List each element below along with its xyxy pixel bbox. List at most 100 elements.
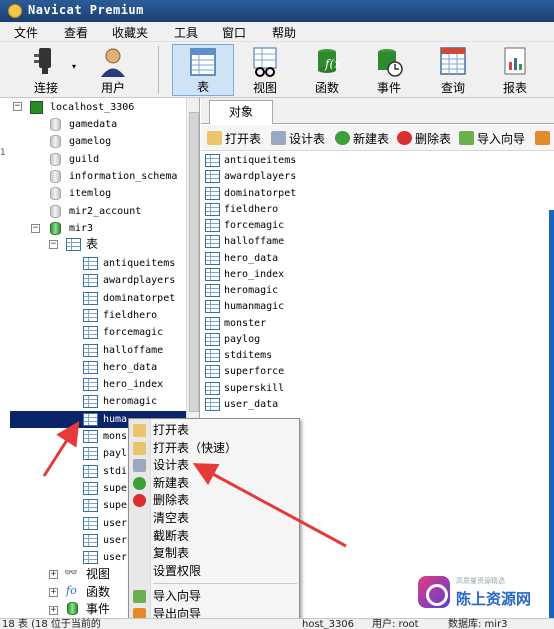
tree-table[interactable]: awardplayers bbox=[103, 272, 175, 289]
view-glasses-icon: 👓 bbox=[64, 566, 78, 579]
context-item-duplicate-table[interactable]: 复制表 bbox=[129, 545, 299, 562]
expand-toggle[interactable]: − bbox=[49, 240, 58, 249]
tree-table[interactable]: forcemagic bbox=[103, 324, 163, 341]
user-button[interactable]: 用户 bbox=[88, 44, 138, 96]
context-item-set-permissions[interactable]: 设置权限 bbox=[129, 563, 299, 580]
folder-open-icon bbox=[133, 424, 146, 437]
tree-table[interactable]: stdi bbox=[103, 463, 127, 480]
tree-database[interactable]: mir3 bbox=[69, 220, 93, 237]
tree-database[interactable]: itemlog bbox=[69, 185, 111, 202]
object-list-label: dominatorpet bbox=[224, 187, 297, 199]
tree-events[interactable]: 事件 bbox=[86, 601, 110, 618]
expand-toggle[interactable]: − bbox=[31, 223, 40, 233]
table-icon bbox=[205, 267, 220, 281]
tree-table[interactable]: supe bbox=[103, 497, 127, 514]
table-icon bbox=[205, 332, 220, 346]
menu-help[interactable]: 帮助 bbox=[272, 24, 296, 41]
event-button[interactable]: 事件 bbox=[364, 44, 414, 96]
tab-objects[interactable]: 对象 bbox=[209, 100, 273, 124]
table-icon bbox=[205, 316, 220, 330]
context-item-new-table[interactable]: 新建表 bbox=[129, 475, 299, 492]
context-item-open-table[interactable]: 打开表 bbox=[129, 422, 299, 439]
table-icon bbox=[83, 274, 98, 288]
tree-table[interactable]: hero_index bbox=[103, 376, 163, 393]
tree-table[interactable]: antiqueitems bbox=[103, 255, 175, 272]
menu-favorites[interactable]: 收藏夹 bbox=[112, 24, 148, 41]
delete-table-button[interactable]: 删除表 bbox=[397, 130, 451, 148]
view-button[interactable]: 视图 bbox=[240, 44, 290, 96]
menu-tools[interactable]: 工具 bbox=[174, 24, 198, 41]
tree-database[interactable]: gamedata bbox=[69, 116, 117, 133]
table-icon bbox=[83, 343, 98, 357]
table-icon bbox=[83, 257, 98, 270]
context-item-empty-table[interactable]: 清空表 bbox=[129, 510, 299, 527]
tree-table[interactable]: fieldhero bbox=[103, 307, 157, 324]
export-icon bbox=[535, 131, 550, 145]
expand-toggle[interactable]: + bbox=[49, 588, 58, 597]
tree-database[interactable]: gamelog bbox=[69, 133, 111, 150]
connect-dropdown-icon[interactable]: ▾ bbox=[72, 62, 76, 71]
menu-file[interactable]: 文件 bbox=[14, 24, 38, 41]
object-list-label: antiqueitems bbox=[224, 155, 297, 166]
object-list-label: heromagic bbox=[224, 285, 279, 296]
connect-button[interactable]: 连接 bbox=[20, 44, 72, 96]
table-icon bbox=[205, 365, 220, 379]
table-icon bbox=[83, 395, 98, 409]
tree-table[interactable]: user bbox=[103, 549, 127, 566]
tree-table[interactable]: mons bbox=[103, 428, 127, 445]
tree-table[interactable]: heromagic bbox=[103, 393, 157, 410]
tree-tables-folder[interactable]: 表 bbox=[86, 236, 98, 253]
context-item-truncate-table[interactable]: 截断表 bbox=[129, 528, 299, 545]
tree-database[interactable]: information_schema bbox=[69, 168, 177, 185]
tree-scrollbar-thumb[interactable] bbox=[189, 112, 199, 412]
tree-table[interactable]: payl bbox=[103, 445, 127, 462]
status-connection: host_3306 bbox=[302, 619, 355, 629]
tree-views[interactable]: 视图 bbox=[86, 566, 110, 583]
design-table-button[interactable]: 设计表 bbox=[271, 130, 325, 148]
tree-database[interactable]: guild bbox=[69, 151, 99, 168]
tree-functions[interactable]: 函数 bbox=[86, 584, 110, 601]
table-button[interactable]: 表 bbox=[172, 44, 234, 96]
tree-table[interactable]: huma bbox=[103, 410, 128, 428]
table-icon bbox=[205, 202, 220, 216]
context-item-open-table-quick[interactable]: 打开表（快速） bbox=[129, 440, 299, 457]
menu-window[interactable]: 窗口 bbox=[222, 24, 246, 41]
tree-table[interactable]: supe bbox=[103, 480, 127, 497]
import-wizard-button[interactable]: 导入向导 bbox=[459, 130, 525, 148]
open-table-button[interactable]: 打开表 bbox=[207, 130, 261, 148]
database-icon bbox=[50, 187, 61, 201]
watermark-title: 陈上资源网 bbox=[456, 590, 532, 608]
table-icon bbox=[205, 397, 220, 411]
tree-table[interactable]: halloffame bbox=[103, 342, 163, 359]
table-icon bbox=[190, 48, 216, 76]
minus-icon bbox=[133, 494, 146, 508]
object-list-label: stditems bbox=[224, 350, 273, 361]
expand-toggle[interactable]: + bbox=[49, 570, 58, 579]
table-icon bbox=[205, 251, 220, 265]
table-icon bbox=[83, 551, 98, 565]
tree-table[interactable]: user bbox=[103, 515, 127, 532]
tree-table[interactable]: user bbox=[103, 532, 127, 549]
function-button[interactable]: f(x) 函数 bbox=[302, 44, 352, 96]
tab-strip: 对象 bbox=[201, 98, 554, 124]
new-table-button[interactable]: 新建表 bbox=[335, 130, 389, 148]
event-icon bbox=[378, 49, 403, 77]
database-icon bbox=[50, 152, 61, 166]
menu-view[interactable]: 查看 bbox=[64, 24, 88, 41]
table-icon bbox=[83, 499, 98, 513]
context-item-delete-table[interactable]: 删除表 bbox=[129, 492, 299, 509]
tree-table[interactable]: hero_data bbox=[103, 359, 157, 376]
query-button[interactable]: 查询 bbox=[426, 44, 480, 96]
report-button[interactable]: 报表 bbox=[490, 44, 540, 96]
tree-database[interactable]: mir2_account bbox=[69, 203, 141, 220]
export-wizard-button[interactable] bbox=[535, 130, 553, 148]
tree-connection[interactable]: localhost_3306 bbox=[50, 99, 134, 116]
table-icon bbox=[83, 291, 98, 305]
expand-toggle[interactable]: + bbox=[49, 606, 58, 615]
tree-table[interactable]: dominatorpet bbox=[103, 290, 175, 307]
expand-toggle[interactable]: − bbox=[13, 102, 22, 111]
table-icon bbox=[205, 381, 220, 395]
context-item-import-wizard[interactable]: 导入向导 bbox=[129, 588, 299, 605]
function-icon: f(x) bbox=[318, 49, 342, 73]
context-item-design-table[interactable]: 设计表 bbox=[129, 457, 299, 474]
